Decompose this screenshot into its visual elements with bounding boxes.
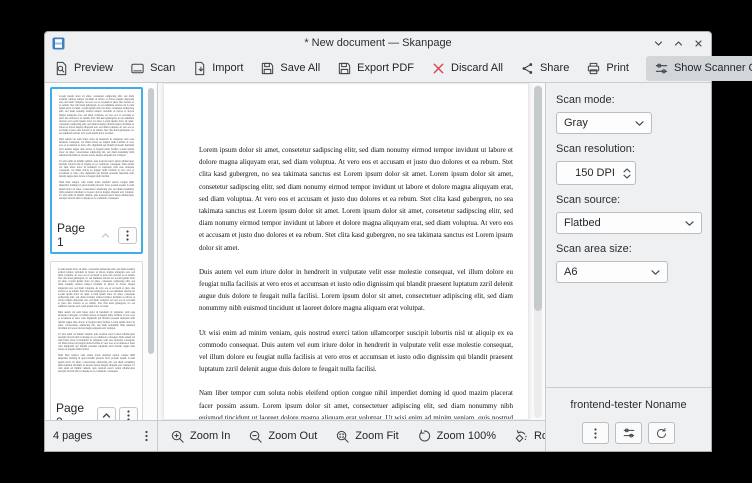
page-2-menu-button[interactable] [119,407,138,421]
kebab-icon [141,429,152,443]
print-icon [586,61,601,76]
page-2-preview: Lorem ipsum dolor sit amet, consetetur s… [51,262,142,398]
chevron-down-icon [685,220,694,227]
scanner-options-panel: Scan mode: Gray Scan resolution: 150 DPI… [545,83,711,451]
preview-icon [54,61,69,76]
scan-source-select[interactable]: Flatbed [556,212,702,234]
zoom-in-button[interactable]: Zoom In [170,429,230,444]
kebab-icon [122,229,133,242]
zoom-100-button[interactable]: Zoom 100% [417,429,496,444]
kebab-icon [590,427,601,440]
page-1-preview: Lorem ipsum dolor sit amet, consetetur s… [52,89,141,218]
device-settings-button[interactable] [615,422,642,444]
document-page: Lorem ipsum dolor sit amet, consetetur s… [163,83,529,420]
scan-area-size-label: Scan area size: [556,243,701,255]
kebab-icon [123,409,134,421]
export-pdf-button[interactable]: Export PDF [337,61,414,76]
scan-source-label: Scan source: [556,194,701,206]
zoom-fit-icon [335,429,350,444]
scan-mode-label: Scan mode: [556,94,701,106]
import-icon [192,61,207,76]
chevron-up-icon [101,410,112,421]
save-icon [260,61,275,76]
rotate-left-icon [514,429,529,444]
sliders-icon [654,61,669,76]
thumbnail-scrollbar[interactable] [148,88,154,354]
minimize-button[interactable] [653,38,664,49]
scan-resolution-spinbox[interactable]: 150 DPI [556,161,636,185]
zoom-out-button[interactable]: Zoom Out [248,429,317,444]
save-all-button[interactable]: Save All [260,61,320,76]
thumbnail-panel: Lorem ipsum dolor sit amet, consetetur s… [45,83,158,451]
thumbnail-page-1[interactable]: Lorem ipsum dolor sit amet, consetetur s… [50,87,143,254]
share-icon [520,61,535,76]
scan-resolution-label: Scan resolution: [556,143,701,155]
preview-button[interactable]: Preview [54,61,113,76]
paragraph: Nam liber tempor cum soluta nobis eleife… [199,387,513,420]
page-2-label: Page 2 [56,401,94,420]
spin-down-icon [623,174,631,179]
move-page-1-up-button[interactable] [96,227,115,244]
page-1-menu-button[interactable] [118,227,137,244]
paragraph: Lorem ipsum dolor sit amet, consetetur s… [199,144,513,254]
page-count: 4 pages [53,430,141,442]
show-scanner-options-button[interactable]: Show Scanner Options [646,56,752,81]
scan-area-size-select[interactable]: A6 [556,261,668,283]
zoom-original-icon [417,429,432,444]
chevron-down-icon [651,269,660,276]
scan-mode-select[interactable]: Gray [556,112,652,134]
export-pdf-icon [337,61,352,76]
document-scrollbar[interactable] [534,86,542,311]
scanner-device-name: frontend-tester Noname [552,399,705,411]
close-button[interactable] [693,38,704,49]
spin-up-icon [623,168,631,173]
maximize-button[interactable] [673,38,684,49]
document-view[interactable]: Lorem ipsum dolor sit amet, consetetur s… [158,83,545,420]
titlebar[interactable]: * New document — Skanpage [45,32,711,54]
paragraph: Duis autem vel eum iriure dolor in hendr… [199,266,513,315]
window-title: * New document — Skanpage [45,37,711,49]
share-button[interactable]: Share [520,61,569,76]
device-menu-button[interactable] [582,422,609,444]
chevron-down-icon [635,120,644,127]
zoom-toolbar: Zoom In Zoom Out Zoom Fit [158,420,545,451]
discard-all-button[interactable]: Discard All [431,61,503,76]
scan-button[interactable]: Scan [130,61,175,76]
zoom-out-icon [248,429,263,444]
main-toolbar: Preview Scan Import Save All [45,54,711,83]
pages-menu-button[interactable] [141,429,152,443]
zoom-fit-button[interactable]: Zoom Fit [335,429,398,444]
discard-x-icon [431,61,446,76]
reload-devices-button[interactable] [648,422,675,444]
skanpage-window: * New document — Skanpage Preview [44,31,712,452]
import-button[interactable]: Import [192,61,243,76]
move-page-2-up-button[interactable] [97,407,116,421]
page-1-label: Page 1 [57,221,93,249]
thumbnail-page-2[interactable]: Lorem ipsum dolor sit amet, consetetur s… [50,261,143,420]
refresh-icon [655,427,668,440]
print-button[interactable]: Print [586,61,629,76]
paragraph: Ut wisi enim ad minim veniam, quis nostr… [199,327,513,376]
zoom-in-icon [170,429,185,444]
sliders-icon [622,426,636,440]
scanner-icon [130,61,145,76]
